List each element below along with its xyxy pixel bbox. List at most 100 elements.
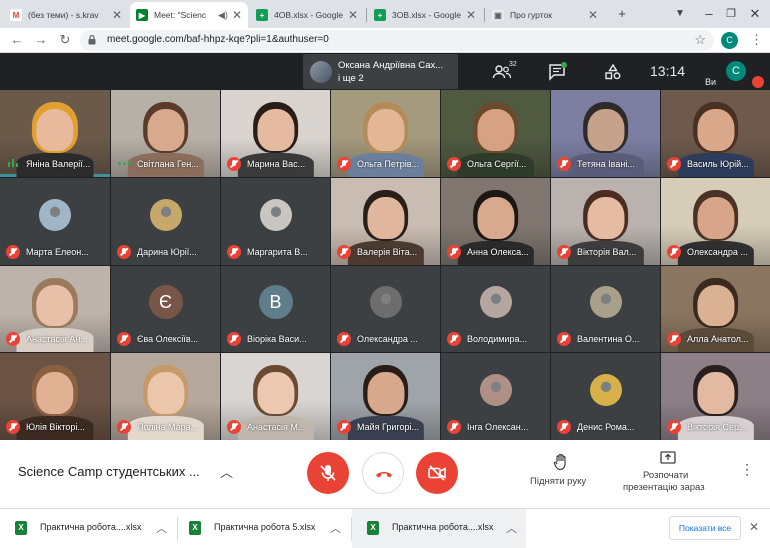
browser-tab-meet[interactable]: ▶ Meet: "Scienc ◀) ✕ <box>130 2 248 28</box>
tab-audio-icon[interactable]: ◀) <box>218 10 228 21</box>
raise-hand-icon[interactable] <box>553 453 569 471</box>
download-item[interactable]: X Практична робота....xlsx ︿ <box>352 509 526 548</box>
tab-separator <box>366 8 367 22</box>
minimize-icon[interactable]: – <box>700 4 718 24</box>
participant-tile[interactable]: Валерія Віта... <box>331 178 440 265</box>
participant-tile[interactable]: Василь Юрій... <box>661 90 770 177</box>
participant-name: Вікторія Сер... <box>687 422 747 432</box>
meet-top-bar: Оксана Андріївна Сах... і ще 2 32 13:14 … <box>0 53 770 90</box>
participant-tile[interactable]: Анастасія М... <box>221 353 330 440</box>
muted-mic-icon <box>117 420 131 434</box>
chevron-up-icon[interactable]: ︿ <box>330 520 341 536</box>
close-downloads-icon[interactable]: ✕ <box>749 520 759 534</box>
back-icon[interactable]: ← <box>8 31 26 49</box>
participant-tile[interactable]: Юлія Вікторі... <box>0 353 110 440</box>
tab-close-icon[interactable]: ✕ <box>232 8 242 22</box>
forward-icon[interactable]: → <box>32 31 50 49</box>
raise-hand-label[interactable]: Підняти руку <box>530 476 586 487</box>
participant-tile[interactable]: Поліна Мара... <box>111 353 220 440</box>
participant-tile[interactable]: Марта Елеон... <box>0 178 110 265</box>
participant-face <box>146 109 185 151</box>
download-item[interactable]: X Практична робота 5.xlsx ︿ <box>174 509 350 548</box>
participant-face <box>36 284 74 327</box>
microphone-toggle-button[interactable] <box>307 452 349 494</box>
lock-icon[interactable] <box>88 35 96 45</box>
participant-tile[interactable]: Ольга Петрів... <box>331 90 440 177</box>
muted-mic-icon <box>337 245 351 259</box>
participant-tile[interactable]: Володимира... <box>441 266 550 352</box>
self-label: Ви <box>705 77 717 87</box>
participant-name: Ольга Петрів... <box>357 159 420 169</box>
close-window-icon[interactable]: ✕ <box>746 4 764 24</box>
meeting-title[interactable]: Science Camp студентських ... <box>18 464 200 479</box>
tab-close-icon[interactable]: ✕ <box>588 8 598 22</box>
participant-tile[interactable]: Маргарита В... <box>221 178 330 265</box>
meeting-controls-bar: Science Camp студентських ... ︿ Підняти … <box>0 440 770 508</box>
tab-close-icon[interactable]: ✕ <box>348 8 358 22</box>
participant-name: Марина Вас... <box>247 159 306 169</box>
participant-tile[interactable]: Олександра ... <box>661 178 770 265</box>
participant-tile[interactable]: Світлана Ген... <box>111 90 220 177</box>
present-screen-icon[interactable] <box>660 450 676 466</box>
participant-tile[interactable]: Марина Вас... <box>221 90 330 177</box>
chevron-up-icon[interactable]: ︿ <box>506 520 517 536</box>
present-now-label-2[interactable]: презентацію зараз <box>623 482 705 493</box>
phone-hangup-icon <box>376 472 392 478</box>
participant-name: Олександра ... <box>357 334 418 344</box>
present-now-label[interactable]: Розпочати <box>643 470 688 481</box>
audio-activity-icon <box>118 162 132 166</box>
participant-tile[interactable]: Яніна Валерії... <box>0 90 110 177</box>
participant-tile[interactable]: В Віоріка Васи... <box>221 266 330 352</box>
browser-tab-sheets-3ob[interactable]: + 3OB.xlsx - Google T ✕ <box>368 2 482 28</box>
tab-search-icon[interactable]: ▼ <box>672 4 688 24</box>
browser-tab-gmail[interactable]: M (без теми) - s.krav ✕ <box>4 2 128 28</box>
download-filename: Практична робота....xlsx <box>40 522 142 532</box>
reload-icon[interactable]: ↻ <box>56 31 74 49</box>
participant-tile[interactable]: Вікторія Сер... <box>661 353 770 440</box>
browser-tab-about-club[interactable]: ▣ Про гурток ✕ <box>486 2 604 28</box>
bookmark-star-icon[interactable]: ☆ <box>694 32 706 48</box>
participant-tile[interactable]: Анастасія Ан... <box>0 266 110 352</box>
participant-initial-avatar: Є <box>148 285 183 320</box>
participant-tile[interactable]: Анна Олекса... <box>441 178 550 265</box>
speaking-indicator-icon <box>8 159 18 167</box>
participant-tile[interactable]: Дарина Юрії... <box>111 178 220 265</box>
profile-avatar[interactable]: C <box>721 32 738 49</box>
browser-tab-sheets-4ob[interactable]: + 4OB.xlsx - Google T ✕ <box>250 2 364 28</box>
participant-name: Тетяна Івані... <box>577 159 635 169</box>
download-item[interactable]: X Практична робота....xlsx ︿ <box>0 509 176 548</box>
tab-close-icon[interactable]: ✕ <box>466 8 476 22</box>
participant-avatar <box>149 198 182 231</box>
participant-tile[interactable]: Тетяна Івані... <box>551 90 660 177</box>
tab-close-icon[interactable]: ✕ <box>112 8 122 22</box>
chevron-up-icon[interactable]: ︿ <box>156 520 167 536</box>
participant-name: Валентина О... <box>577 334 640 344</box>
leave-call-button[interactable] <box>362 452 404 494</box>
new-tab-button[interactable]: + <box>612 4 632 24</box>
participant-name: Дарина Юрії... <box>137 247 197 257</box>
address-bar[interactable]: meet.google.com/baf-hhpz-kqe?pli=1&authu… <box>80 30 714 51</box>
restore-icon[interactable]: ❐ <box>722 4 740 24</box>
chevron-up-icon[interactable]: ︿ <box>220 462 233 481</box>
excel-file-icon: X <box>367 521 379 535</box>
browser-menu-icon[interactable]: ⋮ <box>750 33 763 47</box>
participant-tile[interactable]: Є Єва Олексіїв... <box>111 266 220 352</box>
participant-tile[interactable]: Валентина О... <box>551 266 660 352</box>
self-tile-avatar[interactable]: C <box>726 61 746 81</box>
meeting-clock: 13:14 <box>650 63 686 79</box>
show-all-downloads-button[interactable]: Показати все <box>669 516 741 540</box>
active-speaker-card[interactable]: Оксана Андріївна Сах... і ще 2 <box>303 54 458 89</box>
participant-tile[interactable]: Алла Анатол... <box>661 266 770 352</box>
participant-tile[interactable]: Вікторія Вал... <box>551 178 660 265</box>
more-options-icon[interactable]: ⋮ <box>740 462 754 476</box>
participant-tile[interactable]: Ольга Сергії... <box>441 90 550 177</box>
participant-tile[interactable]: Денис Рома... <box>551 353 660 440</box>
participant-tile[interactable]: Інга Олексан... <box>441 353 550 440</box>
speaker-avatar <box>310 61 332 83</box>
participant-tile[interactable]: Олександра ... <box>331 266 440 352</box>
participant-face <box>256 109 295 151</box>
activities-icon[interactable] <box>603 63 623 81</box>
participant-tile[interactable]: Майя Григорі... <box>331 353 440 440</box>
camera-toggle-button[interactable] <box>416 452 458 494</box>
muted-mic-icon <box>6 420 20 434</box>
